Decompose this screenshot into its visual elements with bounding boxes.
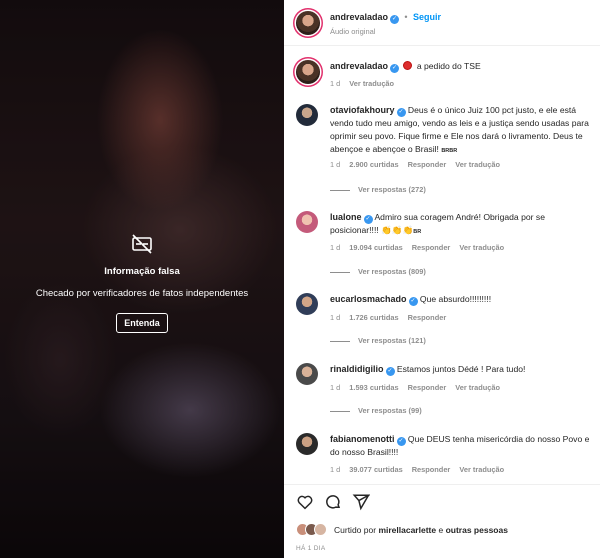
view-replies-label: Ver respostas (272) — [358, 185, 426, 194]
comment-likes[interactable]: 1.593 curtidas — [349, 383, 398, 392]
verified-badge-icon: ✓ — [390, 64, 400, 73]
false-info-overlay: Informação falsa Checado por verificador… — [0, 232, 284, 333]
verified-badge-icon: ✓ — [390, 15, 400, 24]
view-replies-link[interactable]: Ver respostas (809) — [330, 267, 426, 276]
view-replies-link[interactable]: Ver respostas (121) — [330, 336, 426, 345]
view-replies-label: Ver respostas (121) — [358, 336, 426, 345]
liker-avatar — [314, 523, 327, 536]
comment-likes[interactable]: 39.077 curtidas — [349, 465, 402, 474]
author-username[interactable]: andrevaladao — [330, 12, 388, 22]
reply-link[interactable]: Responder — [408, 313, 447, 322]
comment-likes[interactable]: 2.900 curtidas — [349, 160, 398, 169]
comment-text: Admiro sua coragem André! Obrigada por s… — [330, 212, 545, 235]
caption-text: a pedido do TSE — [416, 61, 481, 71]
comment-username[interactable]: fabianomenotti — [330, 434, 395, 444]
view-replies-label: Ver respostas (809) — [358, 267, 426, 276]
post-sidebar: andrevaladao ✓ • Seguir Áudio original an… — [284, 0, 600, 558]
overlay-title: Informação falsa — [104, 266, 180, 277]
comment-text: Que absurdo!!!!!!!!! — [419, 294, 492, 304]
comment-time[interactable]: 1 d — [330, 160, 340, 169]
commenter-avatar[interactable] — [296, 293, 318, 315]
liked-user-link[interactable]: mirellacarlette — [378, 525, 436, 535]
heart-icon[interactable] — [296, 493, 314, 511]
reply-link[interactable]: Responder — [408, 160, 447, 169]
audio-label[interactable]: Áudio original — [330, 27, 375, 36]
comment-username[interactable]: rinaldidigilio — [330, 364, 384, 374]
comment-username[interactable]: eucarlosmachado — [330, 294, 407, 304]
commenter-avatar[interactable] — [296, 363, 318, 385]
comment-time[interactable]: 1 d — [330, 313, 340, 322]
verified-badge-icon: ✓ — [385, 367, 395, 376]
reply-link[interactable]: Responder — [412, 243, 451, 252]
verified-badge-icon: ✓ — [408, 297, 418, 306]
caption-username[interactable]: andrevaladao — [330, 61, 388, 71]
caption-time[interactable]: 1 d — [330, 79, 340, 88]
author-avatar[interactable] — [296, 60, 320, 84]
follow-button[interactable]: Seguir — [413, 12, 441, 22]
verified-badge-icon: ✓ — [363, 215, 373, 224]
comment-time[interactable]: 1 d — [330, 243, 340, 252]
comment-likes[interactable]: 19.094 curtidas — [349, 243, 402, 252]
commenter-avatar[interactable] — [296, 104, 318, 126]
learn-more-button[interactable]: Entenda — [116, 313, 168, 333]
author-avatar[interactable] — [296, 11, 320, 35]
brazil-flag-icon: BRBR — [441, 147, 458, 154]
commenter-avatar[interactable] — [296, 211, 318, 233]
post-footer: Curtido por mirellacarlette e outras pes… — [284, 484, 600, 558]
liked-conj: e — [438, 525, 444, 535]
separator: • — [404, 12, 408, 22]
translate-link[interactable]: Ver tradução — [349, 79, 394, 88]
red-circle-icon — [403, 61, 413, 70]
replies-line — [330, 340, 350, 342]
commenter-avatar[interactable] — [296, 433, 318, 455]
translate-link[interactable]: Ver tradução — [455, 160, 500, 169]
translate-link[interactable]: Ver tradução — [459, 243, 504, 252]
reply-link[interactable]: Responder — [412, 465, 451, 474]
liked-others-link[interactable]: outras pessoas — [446, 525, 508, 535]
comment-time[interactable]: 1 d — [330, 383, 340, 392]
comment-username[interactable]: otaviofakhoury — [330, 105, 395, 115]
comment-likes[interactable]: 1.726 curtidas — [349, 313, 398, 322]
view-replies-label: Ver respostas (99) — [358, 406, 422, 415]
post-media[interactable]: Informação falsa Checado por verificador… — [0, 0, 284, 558]
translate-link[interactable]: Ver tradução — [455, 383, 500, 392]
post-header: andrevaladao ✓ • Seguir Áudio original — [284, 0, 600, 46]
post-date[interactable]: HÁ 1 DIA — [296, 545, 326, 552]
verified-badge-icon: ✓ — [396, 437, 406, 446]
comment-text: Estamos juntos Dédé ! Para tudo! — [396, 364, 526, 374]
comment-time[interactable]: 1 d — [330, 465, 340, 474]
view-replies-link[interactable]: Ver respostas (99) — [330, 406, 422, 415]
replies-line — [330, 189, 350, 191]
replies-line — [330, 271, 350, 273]
reply-link[interactable]: Responder — [408, 383, 447, 392]
view-replies-link[interactable]: Ver respostas (272) — [330, 185, 426, 194]
eye-off-icon — [132, 234, 152, 254]
comment-icon[interactable] — [324, 493, 342, 511]
translate-link[interactable]: Ver tradução — [459, 465, 504, 474]
replies-line — [330, 410, 350, 412]
liked-by-avatars[interactable] — [296, 523, 332, 537]
overlay-subtitle: Checado por verificadores de fatos indep… — [35, 288, 249, 299]
verified-badge-icon: ✓ — [396, 108, 406, 117]
liked-prefix: Curtido por — [334, 525, 377, 535]
liked-by-text: Curtido por mirellacarlette e outras pes… — [334, 525, 508, 535]
brazil-flag-icon: BR — [413, 229, 422, 235]
share-icon[interactable] — [352, 493, 370, 511]
comment-username[interactable]: lualone — [330, 212, 362, 222]
